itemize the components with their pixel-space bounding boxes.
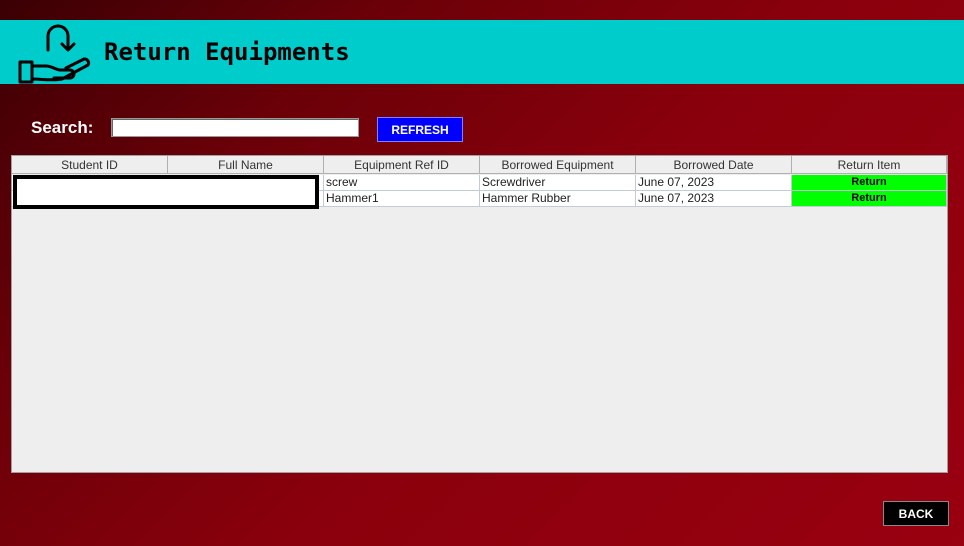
column-header-student-id[interactable]: Student ID	[12, 156, 168, 174]
search-label: Search:	[31, 118, 94, 137]
column-header-equipment-ref-id[interactable]: Equipment Ref ID	[324, 156, 480, 174]
column-header-return-item[interactable]: Return Item	[792, 156, 947, 174]
search-input[interactable]	[111, 118, 359, 137]
return-button[interactable]: Return	[792, 175, 947, 191]
redacted-block	[13, 175, 319, 209]
column-header-full-name[interactable]: Full Name	[168, 156, 324, 174]
cell-equipment-ref-id[interactable]: Hammer1	[324, 191, 480, 207]
cell-borrowed-equipment[interactable]: Screwdriver	[480, 175, 636, 191]
cell-borrowed-date[interactable]: June 07, 2023	[636, 191, 792, 207]
hand-return-icon	[18, 24, 91, 84]
cell-borrowed-equipment[interactable]: Hammer Rubber	[480, 191, 636, 207]
cell-borrowed-date[interactable]: June 07, 2023	[636, 175, 792, 191]
back-button[interactable]: BACK	[883, 501, 949, 526]
return-button[interactable]: Return	[792, 191, 947, 207]
column-header-borrowed-equipment[interactable]: Borrowed Equipment	[480, 156, 636, 174]
cell-equipment-ref-id[interactable]: screw	[324, 175, 480, 191]
page-title: Return Equipments	[104, 38, 350, 66]
equipment-table: Student ID Full Name Equipment Ref ID Bo…	[11, 155, 948, 473]
column-header-borrowed-date[interactable]: Borrowed Date	[636, 156, 792, 174]
refresh-button[interactable]: REFRESH	[377, 117, 463, 142]
header-bar: Return Equipments	[0, 20, 964, 84]
table-header: Student ID Full Name Equipment Ref ID Bo…	[12, 156, 947, 175]
